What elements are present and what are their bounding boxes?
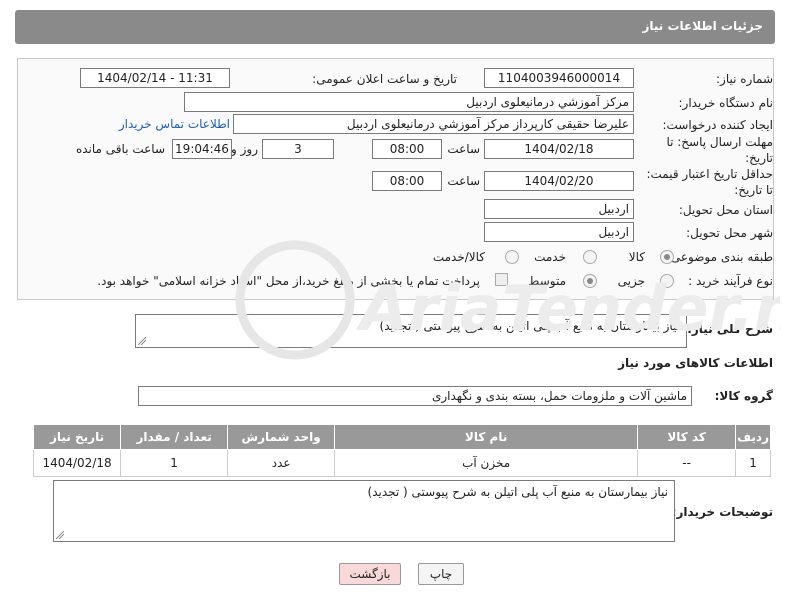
requester-field: علیرضا حقیقی کارپرداز مرکز آموزشي درماني… bbox=[233, 114, 634, 134]
days-label: روز و bbox=[231, 142, 258, 156]
province-field: اردبیل bbox=[484, 199, 634, 219]
city-label: شهر محل تحویل: bbox=[686, 226, 773, 240]
buyer-notes-textarea[interactable]: نیاز بیمارستان به منبع آب پلی اتیلن به ش… bbox=[53, 480, 675, 542]
col-row: ردیف bbox=[735, 424, 771, 450]
remaining-time-field: 19:04:46 bbox=[172, 139, 232, 159]
contact-link[interactable]: اطلاعات تماس خریدار bbox=[119, 117, 230, 131]
col-date: تاریخ نیاز bbox=[32, 424, 122, 450]
announce-field: 1404/02/14 - 11:31 bbox=[80, 68, 230, 88]
table-row: 1 -- مخزن آب عدد 1 1404/02/18 bbox=[32, 449, 771, 477]
price-time-label: ساعت bbox=[447, 174, 480, 188]
col-name: نام کالا bbox=[334, 424, 639, 450]
table-header-row: ردیف کد کالا نام کالا واحد شمارش تعداد /… bbox=[32, 424, 771, 450]
payment-checkbox[interactable] bbox=[495, 273, 508, 286]
category-option-goods: کالا bbox=[628, 250, 645, 264]
cell-qty: 1 bbox=[120, 449, 229, 477]
category-radio-goods[interactable] bbox=[660, 250, 674, 264]
need-number-field: 1104003946000014 bbox=[484, 68, 634, 88]
reply-time-field: 08:00 bbox=[372, 139, 442, 159]
payment-note: پرداخت تمام یا بخشی از مبلغ خرید،از محل … bbox=[97, 274, 480, 288]
process-option-minor: جزیی bbox=[617, 274, 645, 288]
col-code: کد کالا bbox=[637, 424, 737, 450]
goods-group-label: گروه کالا: bbox=[714, 389, 773, 403]
category-radio-goods-service[interactable] bbox=[505, 250, 519, 264]
need-number-label: شماره نیاز: bbox=[716, 72, 773, 86]
cell-name: مخزن آب bbox=[334, 449, 639, 477]
buyer-notes-label: توضیحات خریدار: bbox=[671, 505, 773, 519]
col-qty: تعداد / مقدار bbox=[120, 424, 229, 450]
cell-row: 1 bbox=[735, 449, 771, 477]
process-option-medium: متوسط bbox=[528, 274, 566, 288]
city-field: اردبیل bbox=[484, 222, 634, 242]
buyer-org-field: مرکز آموزشي درمانيعلوی اردبیل bbox=[184, 92, 634, 112]
goods-table: ردیف کد کالا نام کالا واحد شمارش تعداد /… bbox=[32, 424, 771, 477]
reply-time-label: ساعت bbox=[447, 142, 480, 156]
page-title: جزئیات اطلاعات نیاز bbox=[642, 19, 763, 33]
category-label: طبقه بندی موضوعی: bbox=[666, 250, 773, 264]
price-date-field: 1404/02/20 bbox=[484, 171, 634, 191]
buyer-org-label: نام دستگاه خریدار: bbox=[678, 96, 774, 110]
goods-group-field: ماشین آلات و ملزومات حمل، بسته بندی و نگ… bbox=[138, 386, 692, 406]
process-radio-minor[interactable] bbox=[660, 274, 674, 288]
cell-date: 1404/02/18 bbox=[32, 449, 122, 477]
category-option-service: خدمت bbox=[534, 250, 566, 264]
province-label: استان محل تحویل: bbox=[678, 203, 773, 217]
print-button[interactable]: چاپ bbox=[418, 563, 464, 585]
resize-handle-icon[interactable] bbox=[56, 531, 64, 539]
reply-deadline-label: مهلت ارسال پاسخ: تا تاریخ: bbox=[666, 135, 773, 165]
buyer-notes-text: نیاز بیمارستان به منبع آب پلی اتیلن به ش… bbox=[367, 485, 668, 499]
resize-handle-icon[interactable] bbox=[138, 337, 146, 345]
announce-label: تاریخ و ساعت اعلان عمومی: bbox=[312, 72, 457, 86]
back-button[interactable]: بازگشت bbox=[339, 563, 401, 585]
description-textarea[interactable]: نیاز بیمارستان به منبع آب پلی اتیلن به ش… bbox=[135, 314, 687, 348]
days-field: 3 bbox=[262, 139, 334, 159]
price-validity-label: حداقل تاریخ اعتبار قیمت: تا تاریخ: bbox=[646, 167, 773, 197]
remaining-label: ساعت باقی مانده bbox=[75, 142, 165, 156]
requester-label: ایجاد کننده درخواست: bbox=[662, 118, 773, 132]
cell-code: -- bbox=[637, 449, 737, 477]
price-time-field: 08:00 bbox=[372, 171, 442, 191]
col-unit: واحد شمارش bbox=[227, 424, 336, 450]
process-label: نوع فرآیند خرید : bbox=[688, 274, 773, 288]
reply-date-field: 1404/02/18 bbox=[484, 139, 634, 159]
category-radio-service[interactable] bbox=[583, 250, 597, 264]
page-header: جزئیات اطلاعات نیاز bbox=[15, 10, 775, 44]
process-radio-medium[interactable] bbox=[583, 274, 597, 288]
cell-unit: عدد bbox=[227, 449, 336, 477]
goods-section-title: اطلاعات کالاهای مورد نیاز bbox=[618, 356, 773, 370]
description-text: نیاز بیمارستان به منبع آب پلی اتیلن به ش… bbox=[379, 319, 680, 333]
category-option-goods-service: کالا/خدمت bbox=[432, 250, 485, 264]
description-label: شرح کلی نیاز: bbox=[687, 322, 773, 336]
